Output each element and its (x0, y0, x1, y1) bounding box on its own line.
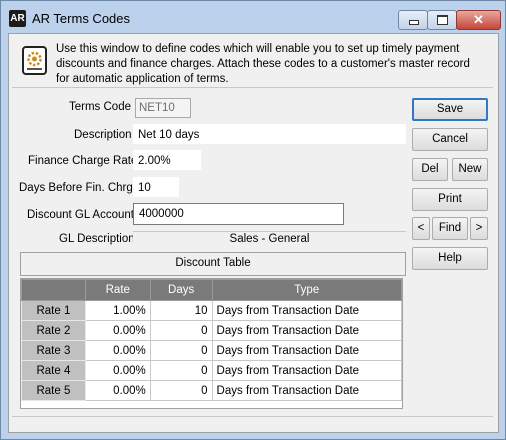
description-label: Description (74, 129, 132, 141)
rate-cell[interactable]: 0.00% (84, 340, 151, 361)
discount-table-title: Discount Table (20, 252, 406, 276)
days-before-fin-chrg-field[interactable]: 10 (133, 177, 179, 197)
find-button[interactable]: Find (432, 217, 468, 240)
client-area: Use this window to define codes which wi… (8, 33, 499, 433)
window-title: AR Terms Codes (32, 11, 131, 26)
discount-gl-account-label: Discount GL Account (27, 209, 134, 221)
discount-table: Rate Days Type Rate 1 1.00% 10 Days from… (20, 278, 403, 409)
grid-header-corner (21, 279, 86, 301)
delete-button[interactable]: Del (412, 158, 448, 181)
terms-code-label: Terms Code (69, 101, 131, 113)
row-header: Rate 1 (21, 300, 86, 321)
minimize-button[interactable] (398, 10, 428, 30)
days-cell[interactable]: 0 (149, 380, 213, 401)
minimize-icon (409, 20, 419, 25)
info-panel: Use this window to define codes which wi… (12, 37, 493, 88)
maximize-icon (437, 15, 448, 25)
discount-grid: Rate Days Type Rate 1 1.00% 10 Days from… (21, 279, 403, 401)
row-header: Rate 3 (21, 340, 86, 361)
table-row[interactable]: Rate 5 0.00% 0 Days from Transaction Dat… (21, 380, 403, 401)
table-row[interactable]: Rate 2 0.00% 0 Days from Transaction Dat… (21, 320, 403, 341)
type-cell[interactable]: Days from Transaction Date (211, 360, 403, 381)
rate-cell[interactable]: 0.00% (84, 380, 151, 401)
type-cell[interactable]: Days from Transaction Date (211, 320, 403, 341)
type-cell[interactable]: Days from Transaction Date (211, 300, 403, 321)
new-button[interactable]: New (452, 158, 488, 181)
gl-description-value: Sales - General (133, 231, 406, 249)
type-cell[interactable]: Days from Transaction Date (211, 340, 403, 361)
days-before-fin-chrg-label: Days Before Fin. Chrg. (19, 182, 136, 194)
rate-cell[interactable]: 0.00% (84, 360, 151, 381)
finance-charge-rate-label: Finance Charge Rate (28, 155, 138, 167)
document-gear-icon (22, 46, 47, 75)
save-button[interactable]: Save (412, 98, 488, 121)
next-record-button[interactable]: > (470, 217, 488, 240)
grid-header-row: Rate Days Type (21, 279, 403, 301)
rate-cell[interactable]: 1.00% (84, 300, 151, 321)
row-header: Rate 4 (21, 360, 86, 381)
close-button[interactable]: ✕ (456, 10, 501, 30)
grid-header-days[interactable]: Days (149, 279, 213, 301)
days-cell[interactable]: 10 (149, 300, 213, 321)
ar-terms-codes-window: AR AR Terms Codes ✕ Use this window to d… (0, 0, 506, 440)
finance-charge-rate-field[interactable]: 2.00% (133, 150, 201, 170)
ar-app-icon: AR (9, 10, 26, 27)
help-button[interactable]: Help (412, 247, 488, 270)
gl-description-label: GL Description (59, 233, 135, 245)
row-header: Rate 2 (21, 320, 86, 341)
table-row[interactable]: Rate 1 1.00% 10 Days from Transaction Da… (21, 300, 403, 321)
row-header: Rate 5 (21, 380, 86, 401)
discount-gl-account-field[interactable]: 4000000 (133, 203, 344, 225)
days-cell[interactable]: 0 (149, 320, 213, 341)
print-button[interactable]: Print (412, 188, 488, 211)
title-bar[interactable]: AR AR Terms Codes ✕ (1, 1, 505, 37)
status-bar (12, 416, 493, 418)
previous-record-button[interactable]: < (412, 217, 430, 240)
grid-header-rate[interactable]: Rate (84, 279, 151, 301)
terms-code-field: NET10 (135, 98, 191, 118)
info-text: Use this window to define codes which wi… (56, 43, 470, 85)
table-row[interactable]: Rate 4 0.00% 0 Days from Transaction Dat… (21, 360, 403, 381)
description-field[interactable]: Net 10 days (133, 124, 406, 144)
table-row[interactable]: Rate 3 0.00% 0 Days from Transaction Dat… (21, 340, 403, 361)
rate-cell[interactable]: 0.00% (84, 320, 151, 341)
cancel-button[interactable]: Cancel (412, 128, 488, 151)
grid-header-type[interactable]: Type (211, 279, 403, 301)
days-cell[interactable]: 0 (149, 360, 213, 381)
type-cell[interactable]: Days from Transaction Date (211, 380, 403, 401)
days-cell[interactable]: 0 (149, 340, 213, 361)
maximize-button[interactable] (427, 10, 457, 30)
